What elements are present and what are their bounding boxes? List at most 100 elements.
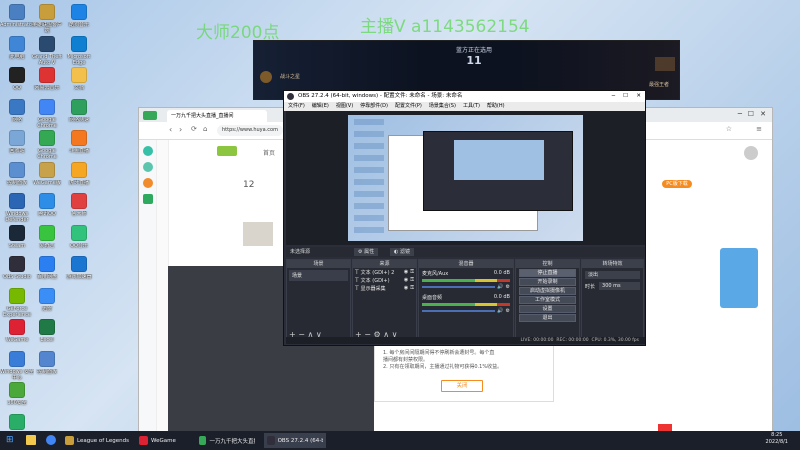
promo-banner[interactable]	[720, 248, 758, 308]
source-item[interactable]: T 文本 (GDI+) 2 ◉ ⚿	[353, 268, 416, 276]
desktop-icon-label: Grand Theft Auto V	[32, 53, 62, 66]
volume-slider[interactable]	[422, 310, 496, 312]
desktop-icon[interactable]: 控制面板	[30, 350, 64, 391]
transition-select[interactable]: 淡出	[585, 271, 640, 279]
maximize-icon[interactable]: ☐	[623, 91, 628, 102]
home-icon[interactable]: ⌂	[203, 125, 207, 133]
app-icon	[39, 350, 55, 367]
source-item[interactable]: T 文本 (GDI+) ◉ ⚿	[353, 276, 416, 284]
desktop-icon-label: 酷狗音乐	[68, 22, 89, 28]
channel-db: 0.0 dB	[493, 294, 510, 300]
desktop-icon-label: 控制面板	[36, 368, 57, 375]
desktop-icon-label: 此电脑	[9, 53, 25, 60]
properties-button[interactable]: ⚙ 属性	[354, 248, 379, 256]
minimize-icon[interactable]: ─	[612, 91, 615, 102]
clock[interactable]: 8:25 2022/8/1	[766, 432, 788, 446]
sidebar-app-icon[interactable]	[142, 194, 153, 204]
user-avatar[interactable]	[744, 146, 758, 160]
maximize-icon[interactable]: ☐	[748, 110, 754, 118]
desktop-icon-label: Windows Defender	[5, 211, 29, 223]
sidebar-app-icon[interactable]	[142, 162, 153, 172]
filters-button[interactable]: ◐ 滤镜	[390, 248, 414, 256]
close-icon[interactable]: ✕	[636, 91, 641, 102]
desktop-icon-label: Google Chrome	[37, 116, 57, 129]
extensions-icon[interactable]: ☆	[726, 125, 732, 133]
minimize-icon[interactable]: ─	[738, 110, 742, 118]
menu-item[interactable]: 停靠部件(D)	[360, 102, 388, 111]
app-icon	[9, 161, 25, 178]
forward-icon[interactable]: ›	[179, 125, 182, 134]
menu-item[interactable]: 视图(V)	[336, 102, 353, 111]
browser-tab[interactable]: 一万九千把大头直播_直播间	[167, 110, 267, 122]
taskbar-app[interactable]: 一万九千把大头直播...	[196, 433, 258, 448]
duration-input[interactable]: 300 ms	[599, 282, 640, 290]
taskbar-app[interactable]: WeGame	[136, 433, 198, 448]
control-button[interactable]: 设置	[519, 305, 576, 313]
scenes-header: 场景	[287, 260, 350, 268]
menu-item[interactable]: 编辑(E)	[312, 102, 329, 111]
desktop-icon-label: Windows 安全中心	[0, 368, 34, 381]
channel-name: 桌面音频	[422, 295, 443, 301]
watermark-contact: 主播V a1143562154	[360, 17, 530, 37]
refresh-icon[interactable]: ⟳	[191, 125, 197, 133]
app-icon	[39, 256, 55, 272]
gear-icon[interactable]: ⚙	[506, 308, 510, 314]
control-button[interactable]: 退出	[519, 314, 576, 322]
eye-icon[interactable]: ◉	[404, 269, 408, 275]
menu-item[interactable]: 场景集合(S)	[429, 102, 456, 111]
app-icon	[9, 319, 25, 335]
desktop-icon-label: 斗鱼直播	[68, 148, 89, 154]
taskbar-app[interactable]: OBS 27.2.4 (64-bi...	[264, 433, 326, 448]
taskbar-app-label: League of Legends	[77, 437, 129, 444]
address-bar[interactable]: https://www.huya.com	[217, 125, 283, 136]
control-button[interactable]: 工作室模式	[519, 296, 576, 304]
pick-phase-text: 蓝方正在选用	[455, 47, 492, 54]
desktop-icon-label: Steam	[8, 242, 26, 249]
app-icon	[71, 130, 87, 146]
control-button[interactable]: 停止直播	[519, 269, 576, 277]
app-icon	[9, 350, 25, 367]
nav-home-link[interactable]: 首页	[263, 148, 275, 157]
menu-icon[interactable]: ≡	[756, 125, 762, 133]
lock-icon[interactable]: ⚿	[410, 285, 414, 291]
file-explorer-icon[interactable]	[26, 435, 36, 445]
control-button[interactable]: 开始录制	[519, 278, 576, 286]
start-icon[interactable]: ⊞	[6, 435, 14, 445]
desktop-icon-label: 虎牙直播	[68, 179, 89, 186]
scene-item[interactable]: 场景	[289, 270, 348, 281]
sidebar-app-icon[interactable]	[142, 178, 153, 188]
desktop-icon[interactable]: 游戏加速器	[62, 256, 96, 296]
desktop-icon-label: 网络	[11, 116, 22, 123]
close-icon[interactable]: ✕	[760, 110, 766, 118]
browser-taskbar-icon[interactable]	[46, 435, 56, 445]
obs-window[interactable]: OBS 27.2.4 (64-bit, windows) - 配置文件: 未命名…	[283, 90, 646, 346]
player-label-left: 战斗之星	[280, 74, 301, 80]
preview-obs	[423, 131, 573, 211]
timer-value: 11	[466, 54, 482, 67]
player-label-right: 最强王者	[648, 82, 669, 88]
back-icon[interactable]: ‹	[169, 125, 172, 134]
menu-item[interactable]: 文件(F)	[288, 102, 305, 111]
browser-sidebar	[139, 140, 157, 435]
speaker-icon[interactable]: 🔊	[497, 284, 503, 290]
gear-icon[interactable]: ⚙	[506, 284, 510, 290]
menu-item[interactable]: 帮助(H)	[487, 102, 505, 111]
sidebar-app-icon[interactable]	[142, 146, 153, 156]
source-item[interactable]: T 显示器采集 ◉ ⚿	[353, 284, 416, 292]
taskbar-app[interactable]: League of Legends	[62, 433, 132, 448]
lock-icon[interactable]: ⚿	[410, 269, 414, 275]
menu-item[interactable]: 配置文件(P)	[395, 102, 422, 111]
obs-preview[interactable]	[286, 111, 645, 245]
lock-icon[interactable]: ⚿	[410, 277, 414, 283]
control-button[interactable]: 启动虚拟摄像机	[519, 287, 576, 295]
pc-download-badge[interactable]: PC版下载	[662, 180, 692, 188]
eye-icon[interactable]: ◉	[404, 285, 408, 291]
menu-item[interactable]: 工具(T)	[463, 102, 480, 111]
text-source-icon: T	[355, 268, 359, 276]
volume-slider[interactable]	[422, 286, 496, 288]
desktop-icon-label: 英雄联盟客户端	[31, 22, 62, 34]
controls-header: 控制	[516, 260, 579, 268]
eye-icon[interactable]: ◉	[404, 277, 408, 283]
dialog-close-button[interactable]: 关闭	[441, 380, 483, 392]
speaker-icon[interactable]: 🔊	[497, 308, 503, 314]
